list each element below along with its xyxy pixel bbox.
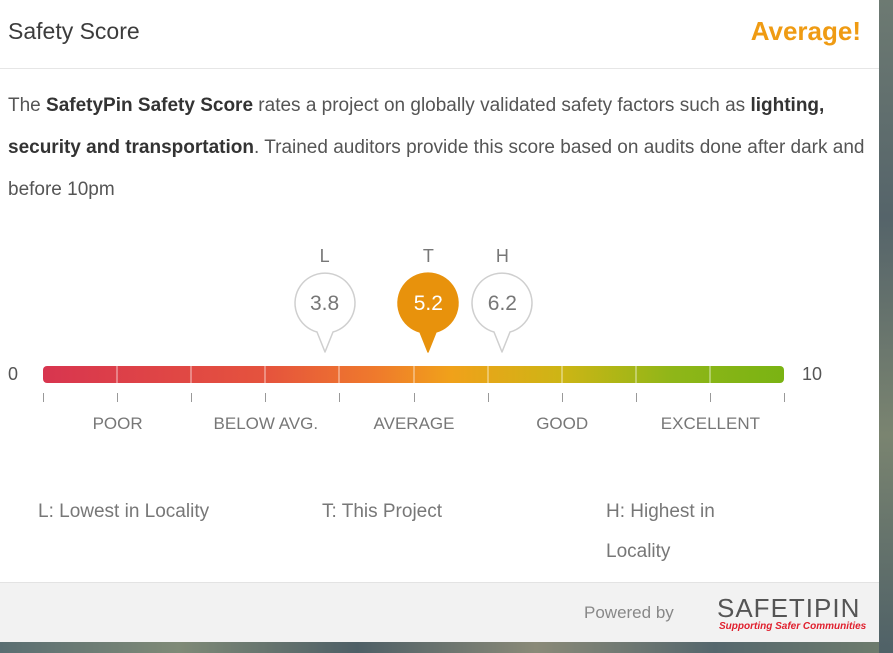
score-marker-t[interactable]: T 5.2 [395, 246, 461, 358]
marker-letter: L [319, 246, 330, 266]
bar-segment-divider [412, 366, 415, 383]
safetipin-logo[interactable]: SAFETIPIN Supporting Safer Communities [717, 593, 869, 635]
marker-letter: T [422, 246, 434, 266]
marker-value: 6.2 [487, 292, 517, 315]
bar-segment-divider [634, 366, 637, 383]
category-label: EXCELLENT [660, 414, 760, 433]
score-verdict: Average! [750, 16, 861, 46]
logo-tagline: Supporting Safer Communities [719, 621, 867, 632]
scale-tick [265, 393, 267, 402]
scale-tick [413, 393, 415, 402]
header-divider [0, 68, 879, 69]
safety-score-card: Safety Score Average! The SafetyPin Safe… [0, 0, 879, 642]
scale-tick [635, 393, 637, 402]
scale-tick [339, 393, 341, 402]
scale-tick [709, 393, 711, 402]
score-marker-h[interactable]: H 6.2 [469, 246, 535, 358]
scale-tick [487, 393, 489, 402]
desc-brand: SafetyPin Safety Score [46, 95, 254, 116]
scale-tick [43, 393, 44, 402]
bar-segment-divider [116, 366, 119, 383]
score-gradient-bar [43, 366, 784, 383]
background-image-strip [0, 641, 893, 653]
card-header: Safety Score Average! [8, 16, 861, 52]
bar-segment-divider [338, 366, 341, 383]
score-description: The SafetyPin Safety Score rates a proje… [8, 85, 868, 211]
scale-tick [784, 393, 785, 402]
scale-tick [561, 393, 563, 402]
bar-segment-divider [708, 366, 711, 383]
score-marker-l[interactable]: L 3.8 [292, 246, 358, 358]
legend-highest-line2: Locality [606, 541, 671, 562]
category-label: AVERAGE [373, 414, 455, 433]
desc-text-2: rates a project on globally validated sa… [253, 95, 751, 116]
powered-by-label: Powered by [584, 603, 674, 622]
desc-text-1: The [8, 95, 47, 116]
scale-tick [191, 393, 193, 402]
scale-min-label: 0 [8, 364, 19, 384]
category-label: POOR [92, 414, 143, 433]
bar-segment-divider [264, 366, 267, 383]
legend-this-project: T: This Project [322, 501, 443, 522]
legend-lowest: L: Lowest in Locality [38, 501, 210, 522]
bar-segment-divider [560, 366, 563, 383]
legend-highest-line1: H: Highest in [606, 501, 715, 522]
scale-max-label: 10 [802, 364, 823, 384]
marker-letter: H [495, 246, 509, 266]
card-title: Safety Score [8, 18, 140, 44]
marker-value: 3.8 [309, 292, 340, 315]
background-image-edge [879, 0, 893, 653]
logo-wordmark: SAFETIPIN [717, 593, 861, 623]
category-label: BELOW AVG. [213, 414, 319, 433]
scale-tick [117, 393, 119, 402]
card-footer: Powered by SAFETIPIN Supporting Safer Co… [0, 582, 879, 642]
bar-segment-divider [190, 366, 193, 383]
legend-highest: H: Highest in Locality [606, 492, 715, 572]
marker-value: 5.2 [413, 292, 443, 315]
bar-segment-divider [486, 366, 489, 383]
category-label: GOOD [536, 414, 589, 433]
